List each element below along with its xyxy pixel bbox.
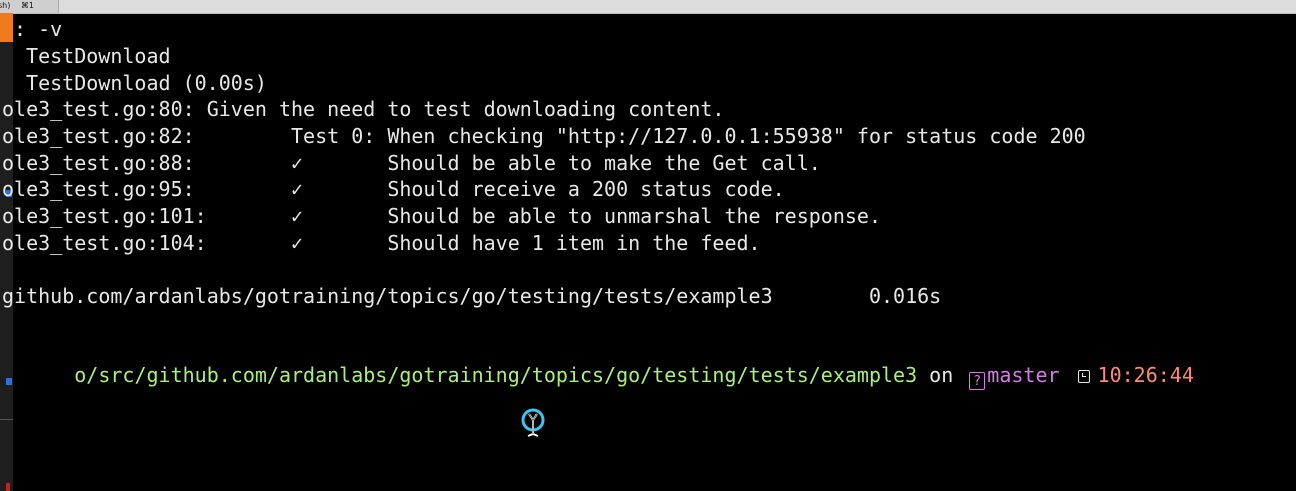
output-line: TestDownload (0.00s)	[14, 71, 267, 95]
output-line: ole3_test.go:101: ✓ Should be able to un…	[2, 204, 881, 228]
output-line: github.com/ardanlabs/gotraining/topics/g…	[2, 284, 942, 308]
output-line: ole3_test.go:104: ✓ Should have 1 item i…	[2, 231, 761, 255]
prompt-path: o/src/github.com/ardanlabs/gotraining/to…	[74, 363, 918, 387]
tab-shell[interactable]: sh) ⌘1	[0, 0, 59, 13]
text-cursor-icon	[521, 408, 545, 437]
edge-red-marker	[6, 483, 10, 491]
tab-shortcut: ⌘1	[20, 1, 34, 10]
prompt-time: 10:26:44	[1097, 363, 1194, 387]
output-line: : -v	[14, 17, 63, 41]
output-line: ole3_test.go:80: Given the need to test …	[2, 97, 725, 121]
clock-icon	[1077, 370, 1090, 383]
terminal-window: sh) ⌘1 : -v TestDownload TestDownload (0…	[0, 0, 1296, 491]
prompt-on: on	[917, 363, 966, 387]
question-box-icon: ?	[969, 372, 986, 390]
shell-prompt: o/src/github.com/ardanlabs/gotraining/to…	[2, 336, 1194, 390]
output-line: ole3_test.go:88: ✓ Should be able to mak…	[2, 151, 821, 175]
output-line: TestDownload	[14, 44, 171, 68]
output-line: ole3_test.go:82: Test 0: When checking "…	[2, 124, 1086, 148]
edge-divider	[0, 419, 13, 420]
output-line: ole3_test.go:95: ✓ Should receive a 200 …	[2, 177, 785, 201]
tab-bar: sh) ⌘1	[0, 0, 1296, 14]
edge-orange-marker	[0, 13, 13, 42]
tab-name: sh)	[0, 1, 11, 10]
prompt-branch: master	[987, 363, 1060, 387]
